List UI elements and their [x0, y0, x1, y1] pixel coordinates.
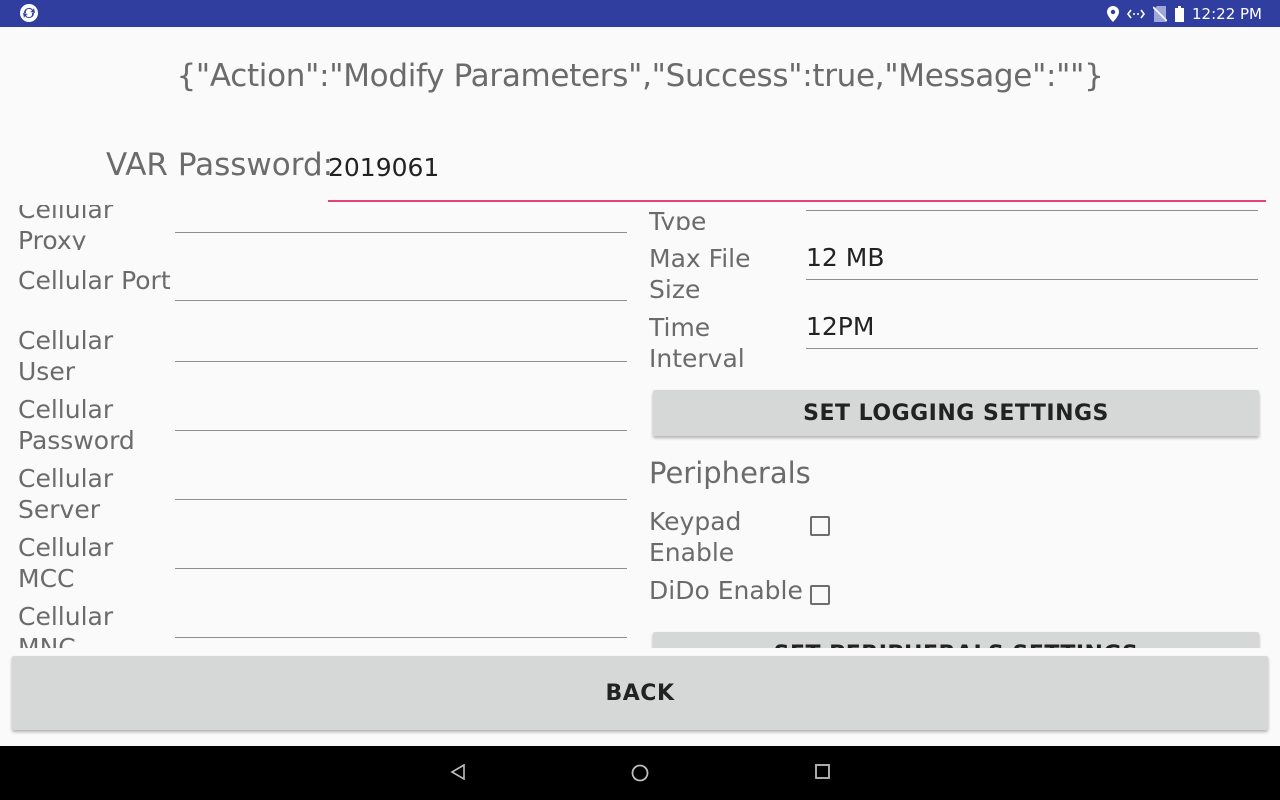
- no-sim-icon: [1153, 5, 1168, 22]
- max-file-size-label: Max File Size: [649, 244, 751, 299]
- cellular-mnc-label: Cellular MNC: [18, 602, 114, 648]
- cellular-proxy-label: Cellular Proxy: [18, 205, 114, 250]
- peripherals-title: Peripherals: [649, 456, 811, 490]
- cellular-user-input[interactable]: [175, 324, 627, 362]
- app-logo-icon: [20, 4, 38, 22]
- status-time: 12:22 PM: [1192, 4, 1262, 23]
- battery-icon: [1175, 5, 1185, 22]
- settings-scroll-area[interactable]: Cellular Proxy Cellular Port Cellular Us…: [0, 205, 1280, 648]
- data-transfer-icon: [1127, 9, 1146, 18]
- response-message: {"Action":"Modify Parameters","Success":…: [176, 58, 1104, 94]
- set-logging-settings-button[interactable]: SET LOGGING SETTINGS: [653, 390, 1259, 436]
- password-label: VAR Password:: [106, 147, 334, 183]
- keypad-enable-checkbox[interactable]: [810, 516, 830, 536]
- status-bar: 12:22 PM: [0, 0, 1280, 27]
- dido-enable-label: DiDo Enable: [649, 576, 803, 605]
- back-button[interactable]: BACK: [12, 656, 1268, 730]
- home-nav-icon[interactable]: [631, 764, 649, 782]
- max-file-size-input[interactable]: [806, 242, 1258, 280]
- cellular-password-label: Cellular Password: [18, 395, 135, 450]
- cellular-proxy-input[interactable]: [175, 205, 627, 233]
- cellular-mcc-label: Cellular MCC: [18, 533, 114, 588]
- cellular-server-input[interactable]: [175, 462, 627, 500]
- type-label: Type: [649, 207, 707, 230]
- time-interval-label: Time Interval: [649, 313, 745, 368]
- type-input[interactable]: [806, 205, 1258, 211]
- set-peripherals-settings-button[interactable]: SET PERIPHERALS SETTINGS: [653, 632, 1259, 648]
- cellular-password-input[interactable]: [175, 393, 627, 431]
- dido-enable-checkbox[interactable]: [810, 585, 830, 605]
- back-nav-icon[interactable]: [450, 764, 466, 780]
- cellular-server-label: Cellular Server: [18, 464, 114, 519]
- time-interval-input[interactable]: [806, 311, 1258, 349]
- cellular-port-label: Cellular Port: [18, 266, 171, 295]
- password-input[interactable]: [328, 150, 1266, 202]
- recents-nav-icon[interactable]: [815, 764, 830, 779]
- location-icon: [1107, 5, 1120, 22]
- keypad-enable-label: Keypad Enable: [649, 507, 742, 567]
- navigation-bar: [0, 746, 1280, 800]
- cellular-user-label: Cellular User: [18, 326, 114, 381]
- cellular-port-input[interactable]: [175, 263, 627, 301]
- cellular-mnc-input[interactable]: [175, 600, 627, 638]
- cellular-mcc-input[interactable]: [175, 531, 627, 569]
